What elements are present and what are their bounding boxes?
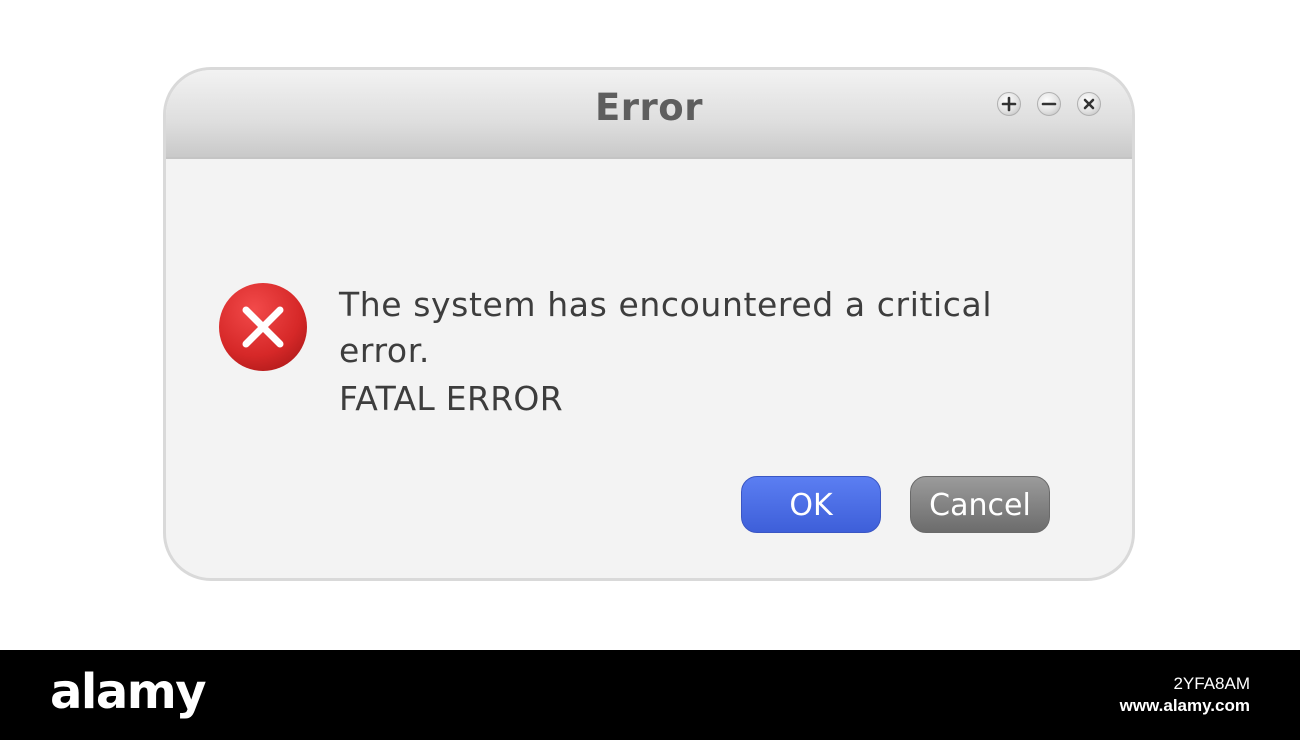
- maximize-button[interactable]: [997, 92, 1021, 116]
- error-x-icon: [218, 282, 308, 372]
- minus-icon: [1041, 102, 1057, 106]
- error-dialog: Error The system has encountered a criti…: [163, 67, 1135, 581]
- fatal-error-label: FATAL ERROR: [339, 379, 563, 418]
- cancel-button[interactable]: Cancel: [910, 476, 1050, 533]
- minimize-button[interactable]: [1037, 92, 1061, 116]
- canvas: Error The system has encountered a criti…: [0, 0, 1300, 650]
- close-icon: [1083, 98, 1095, 110]
- watermark-footer: alamy 2YFA8AM www.alamy.com: [0, 650, 1300, 740]
- title-bar[interactable]: Error: [166, 70, 1132, 159]
- close-button[interactable]: [1077, 92, 1101, 116]
- message-line-2: error.: [339, 331, 430, 370]
- error-message: The system has encountered a critical er…: [339, 282, 1079, 422]
- ok-button[interactable]: OK: [741, 476, 881, 533]
- site-url: www.alamy.com: [1119, 696, 1250, 715]
- dialog-title: Error: [595, 86, 703, 129]
- alamy-logo: alamy: [50, 664, 207, 720]
- image-id: 2YFA8AM: [1173, 674, 1250, 693]
- plus-icon: [1001, 96, 1017, 112]
- message-line-1: The system has encountered a critical: [339, 285, 993, 324]
